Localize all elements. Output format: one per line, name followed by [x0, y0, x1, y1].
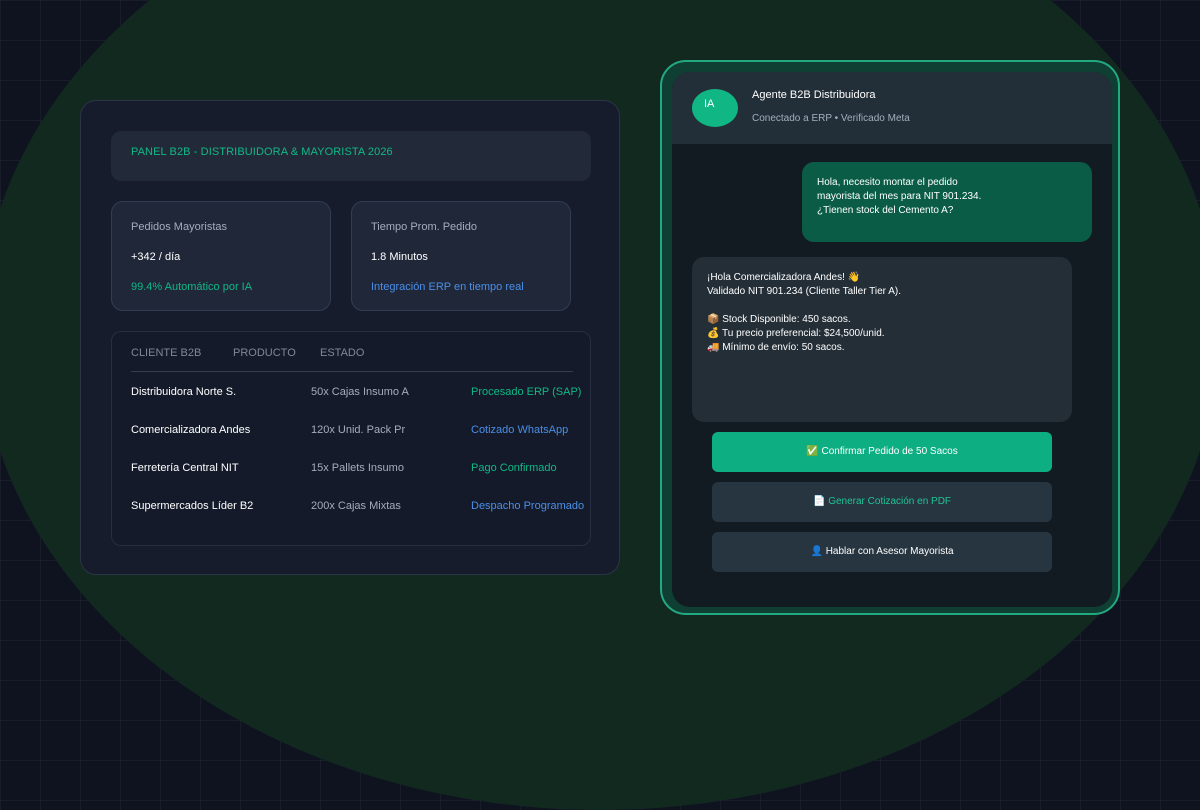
message-line [707, 299, 1057, 313]
table-row[interactable]: Comercializadora Andes 120x Unid. Pack P… [112, 424, 590, 444]
avatar: IA [692, 89, 738, 127]
stat-value: +342 / día [131, 251, 181, 263]
message-line: mayorista del mes para NIT 901.234. [817, 191, 982, 202]
bot-message-bubble: ¡Hola Comercializadora Andes! 👋 Validado… [692, 257, 1072, 422]
message-line: ¿Tienen stock del Cemento A? [817, 205, 954, 216]
stat-note: 99.4% Automático por IA [131, 281, 253, 293]
b2b-dashboard-panel: PANEL B2B - DISTRIBUIDORA & MAYORISTA 20… [80, 100, 620, 575]
phone-frame: IA Agente B2B Distribuidora Conectado a … [660, 60, 1120, 615]
table-row[interactable]: Ferretería Central NIT 15x Pallets Insum… [112, 462, 590, 482]
message-line: 💰 Tu precio preferencial: $24,500/unid. [707, 328, 885, 339]
dashboard-title: PANEL B2B - DISTRIBUIDORA & MAYORISTA 20… [111, 131, 591, 181]
column-header-client: CLIENTE B2B [131, 347, 202, 359]
chat-header: IA Agente B2B Distribuidora Conectado a … [672, 72, 1112, 144]
cell-product: 120x Unid. Pack Pr [311, 424, 406, 436]
chat-screen: IA Agente B2B Distribuidora Conectado a … [672, 72, 1112, 607]
stat-value: 1.8 Minutos [371, 251, 428, 263]
cell-client: Ferretería Central NIT [131, 462, 239, 474]
cell-product: 50x Cajas Insumo A [311, 386, 409, 398]
status-badge: Cotizado WhatsApp [471, 424, 569, 436]
confirm-order-button[interactable]: ✅ Confirmar Pedido de 50 Sacos [712, 432, 1052, 472]
status-badge: Pago Confirmado [471, 462, 557, 474]
avatar-text: IA [704, 98, 715, 110]
message-line: Hola, necesito montar el pedido [817, 177, 958, 188]
status-badge: Procesado ERP (SAP) [471, 386, 582, 398]
table-row[interactable]: Supermercados Líder B2 200x Cajas Mixtas… [112, 500, 590, 520]
generate-quote-pdf-button[interactable]: 📄 Generar Cotización en PDF [712, 482, 1052, 522]
talk-to-advisor-button[interactable]: 👤 Hablar con Asesor Mayorista [712, 532, 1052, 572]
column-header-product: PRODUCTO [233, 347, 296, 359]
stat-label: Tiempo Prom. Pedido [371, 221, 477, 233]
message-line: 📦 Stock Disponible: 450 sacos. [707, 314, 851, 325]
user-message-bubble: Hola, necesito montar el pedido mayorist… [802, 162, 1092, 242]
message-line: ¡Hola Comercializadora Andes! 👋 [707, 272, 861, 283]
stat-card-wholesale-orders: Pedidos Mayoristas +342 / día 99.4% Auto… [111, 201, 331, 311]
cell-client: Distribuidora Norte S. [131, 386, 237, 398]
agent-status: Conectado a ERP • Verificado Meta [752, 113, 910, 124]
column-header-status: ESTADO [320, 347, 365, 359]
table-row[interactable]: Distribuidora Norte S. 50x Cajas Insumo … [112, 386, 590, 406]
cell-client: Comercializadora Andes [131, 424, 251, 436]
orders-table: CLIENTE B2B PRODUCTO ESTADO Distribuidor… [111, 331, 591, 546]
status-badge: Despacho Programado [471, 500, 585, 512]
message-line: 🚚 Mínimo de envío: 50 sacos. [707, 342, 845, 353]
cell-client: Supermercados Líder B2 [131, 500, 254, 512]
cell-product: 200x Cajas Mixtas [311, 500, 401, 512]
message-line: Validado NIT 901.234 (Cliente Taller Tie… [707, 286, 901, 297]
stat-card-avg-order-time: Tiempo Prom. Pedido 1.8 Minutos Integrac… [351, 201, 571, 311]
cell-product: 15x Pallets Insumo [311, 462, 404, 474]
stat-label: Pedidos Mayoristas [131, 221, 227, 233]
table-divider [131, 371, 573, 372]
stat-note: Integración ERP en tiempo real [371, 281, 524, 293]
agent-name: Agente B2B Distribuidora [752, 89, 876, 101]
